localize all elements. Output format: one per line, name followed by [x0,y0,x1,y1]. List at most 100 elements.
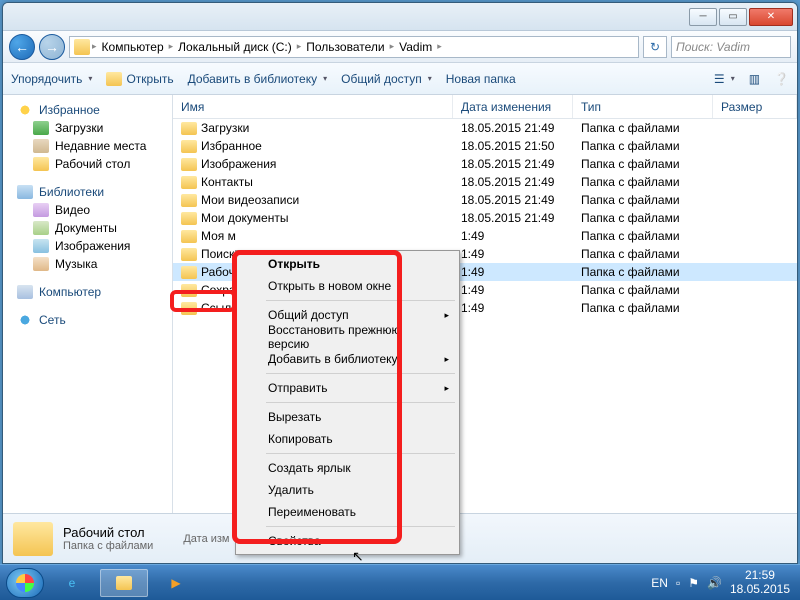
ctx-add-library[interactable]: Добавить в библиотеку [238,348,457,370]
back-button[interactable]: ← [9,34,35,60]
tray-clock[interactable]: 21:59 18.05.2015 [730,569,794,595]
star-icon [17,103,33,117]
places-icon [33,139,49,153]
network-icon [17,313,33,327]
nav-row: ← → ▸ Компьютер ▸ Локальный диск (C:) ▸ … [3,31,797,63]
ctx-delete[interactable]: Удалить [238,479,457,501]
sidebar: Избранное Загрузки Недавние места Рабочи… [3,95,173,513]
ctx-send-to[interactable]: Отправить [238,377,457,399]
table-row[interactable]: Изображения18.05.2015 21:49Папка с файла… [173,155,797,173]
taskbar-explorer[interactable] [100,569,148,597]
video-icon [33,203,49,217]
ctx-open[interactable]: Открыть [238,253,457,275]
col-name[interactable]: Имя [173,95,453,118]
organize-menu[interactable]: Упорядочить [11,72,92,86]
table-row[interactable]: Мои документы18.05.2015 21:49Папка с фай… [173,209,797,227]
table-row[interactable]: Мои видеозаписи18.05.2015 21:49Папка с ф… [173,191,797,209]
sidebar-computer[interactable]: Компьютер [3,283,172,301]
preview-pane-button[interactable]: ▥ [749,72,760,86]
tray-volume-icon[interactable]: 🔊 [707,576,722,590]
maximize-button[interactable]: ▭ [719,8,747,26]
close-button[interactable]: ✕ [749,8,793,26]
sidebar-item-desktop[interactable]: Рабочий стол [3,155,172,173]
breadcrumb-item[interactable]: Пользователи [303,40,387,54]
col-date[interactable]: Дата изменения [453,95,573,118]
col-size[interactable]: Размер [713,95,797,118]
col-type[interactable]: Тип [573,95,713,118]
folder-icon [33,157,49,171]
search-input[interactable]: Поиск: Vadim [671,36,791,58]
ctx-cut[interactable]: Вырезать [238,406,457,428]
taskbar: e ▶ EN ▫ ⚑ 🔊 21:59 18.05.2015 [0,564,800,600]
help-button[interactable]: ❔ [774,72,789,86]
windows-icon [16,574,34,592]
folder-icon [116,576,132,590]
computer-icon [17,285,33,299]
sidebar-favorites[interactable]: Избранное [3,101,172,119]
folder-icon [181,230,197,243]
add-to-library-menu[interactable]: Добавить в библиотеку [188,72,328,86]
table-row[interactable]: Моя м1:49Папка с файлами [173,227,797,245]
sidebar-item-documents[interactable]: Документы [3,219,172,237]
toolbar: Упорядочить Открыть Добавить в библиотек… [3,63,797,95]
system-tray: EN ▫ ⚑ 🔊 21:59 18.05.2015 [651,569,794,595]
tray-lang[interactable]: EN [651,576,668,590]
folder-icon [181,176,197,189]
breadcrumb-item[interactable]: Локальный диск (C:) [175,40,295,54]
minimize-button[interactable]: ─ [689,8,717,26]
taskbar-ie[interactable]: e [48,569,96,597]
ctx-properties[interactable]: Свойства [238,530,457,552]
table-row[interactable]: Контакты18.05.2015 21:49Папка с файлами [173,173,797,191]
image-icon [33,239,49,253]
sidebar-libraries[interactable]: Библиотеки [3,183,172,201]
open-button[interactable]: Открыть [106,72,173,86]
tray-flag-icon[interactable]: ▫ [676,576,680,590]
document-icon [33,221,49,235]
folder-icon [181,248,197,261]
folder-icon [181,266,197,279]
refresh-button[interactable]: ↻ [643,36,667,58]
folder-icon [181,194,197,207]
breadcrumb-item[interactable]: Компьютер [99,40,167,54]
sidebar-network[interactable]: Сеть [3,311,172,329]
folder-icon [13,522,53,556]
ctx-copy[interactable]: Копировать [238,428,457,450]
new-folder-button[interactable]: Новая папка [446,72,516,86]
folder-icon [74,39,90,55]
share-menu[interactable]: Общий доступ [341,72,432,86]
folder-icon [181,212,197,225]
breadcrumb[interactable]: ▸ Компьютер ▸ Локальный диск (C:) ▸ Поль… [69,36,639,58]
sidebar-item-videos[interactable]: Видео [3,201,172,219]
view-menu[interactable]: ☰ [714,72,735,86]
table-row[interactable]: Загрузки18.05.2015 21:49Папка с файлами [173,119,797,137]
start-button[interactable] [6,568,44,598]
context-menu: Открыть Открыть в новом окне Общий досту… [235,250,460,555]
folder-icon [181,158,197,171]
table-row[interactable]: Избранное18.05.2015 21:50Папка с файлами [173,137,797,155]
details-type: Папка с файлами [63,540,153,552]
ctx-shortcut[interactable]: Создать ярлык [238,457,457,479]
ctx-rename[interactable]: Переименовать [238,501,457,523]
download-icon [33,121,49,135]
taskbar-media[interactable]: ▶ [152,569,200,597]
breadcrumb-item[interactable]: Vadim [396,40,435,54]
sidebar-item-downloads[interactable]: Загрузки [3,119,172,137]
music-icon [33,257,49,271]
forward-button[interactable]: → [39,34,65,60]
folder-icon [181,284,197,297]
folder-icon [106,72,122,86]
details-title: Рабочий стол [63,525,153,540]
sidebar-item-recent[interactable]: Недавние места [3,137,172,155]
folder-icon [181,122,197,135]
ctx-restore[interactable]: Восстановить прежнюю версию [238,326,457,348]
column-headers: Имя Дата изменения Тип Размер [173,95,797,119]
folder-icon [181,140,197,153]
library-icon [17,185,33,199]
sidebar-item-pictures[interactable]: Изображения [3,237,172,255]
details-meta: Дата изм [183,533,229,545]
tray-action-icon[interactable]: ⚑ [688,576,699,590]
folder-icon [181,302,197,315]
sidebar-item-music[interactable]: Музыка [3,255,172,273]
titlebar: ─ ▭ ✕ [3,3,797,31]
ctx-open-new[interactable]: Открыть в новом окне [238,275,457,297]
